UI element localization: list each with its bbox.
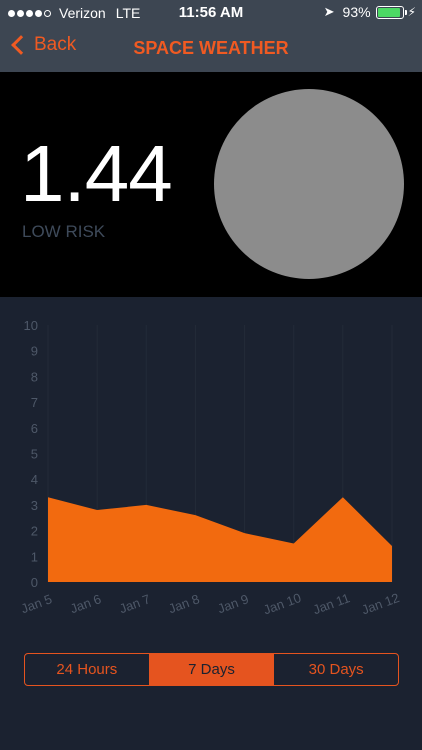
- current-index-value: 1.44: [20, 129, 173, 218]
- network-type: LTE: [115, 5, 141, 21]
- time-range-selector: 24 Hours 7 Days 30 Days: [24, 653, 399, 686]
- current-index-panel: 1.44 LOW RISK: [0, 72, 422, 297]
- chart-area-series: [48, 497, 392, 582]
- y-tick-label: 10: [24, 318, 38, 333]
- x-tick-label: Jan 5: [19, 591, 54, 616]
- battery-icon: [375, 5, 407, 19]
- y-tick-label: 8: [31, 369, 38, 384]
- y-tick-label: 6: [31, 421, 38, 436]
- x-tick-label: Jan 9: [216, 591, 251, 616]
- chevron-left-icon: [11, 35, 31, 55]
- signal-dot: [17, 9, 24, 17]
- y-tick-label: 0: [31, 575, 38, 590]
- status-left: Verizon LTE: [8, 5, 140, 21]
- y-tick-label: 1: [31, 549, 38, 564]
- y-tick-label: 7: [31, 395, 38, 410]
- range-option-24-hours[interactable]: 24 Hours: [25, 654, 149, 685]
- sun-disc-image: [214, 89, 404, 279]
- signal-dot: [26, 9, 33, 17]
- y-tick-label: 3: [31, 498, 38, 513]
- y-tick-label: 2: [31, 524, 38, 539]
- status-right: ➤ 93% ⚡: [324, 4, 416, 20]
- y-tick-label: 9: [31, 344, 38, 359]
- back-label: Back: [34, 34, 77, 55]
- range-option-7-days[interactable]: 7 Days: [148, 654, 274, 685]
- battery-percent: 93%: [342, 4, 371, 20]
- signal-dot: [44, 9, 51, 17]
- y-tick-label: 5: [31, 447, 38, 462]
- index-area-chart: 0 1 2 3 4 5 6 7 8 9 10 Jan 5 Jan 6 Jan 7 Jan 8 Jan 9 Ja…: [19, 318, 402, 617]
- signal-dot: [8, 9, 15, 17]
- status-bar: Verizon LTE 11:56 AM ➤ 93% ⚡: [0, 0, 422, 26]
- space-weather-screen: Verizon LTE 11:56 AM ➤ 93% ⚡ Back SPACE …: [0, 0, 422, 750]
- index-chart: 0 1 2 3 4 5 6 7 8 9 10 Jan 5 Jan 6 Jan 7 Jan 8 Jan 9 Ja…: [0, 310, 422, 620]
- x-tick-label: Jan 12: [360, 590, 402, 617]
- back-button[interactable]: Back: [10, 34, 76, 56]
- charging-bolt-icon: ⚡: [407, 5, 416, 19]
- risk-level-label: LOW RISK: [22, 222, 106, 241]
- signal-strength-icon: [8, 9, 53, 17]
- x-tick-label: Jan 8: [166, 591, 201, 616]
- y-tick-label: 4: [31, 472, 38, 487]
- x-tick-label: Jan 7: [117, 591, 152, 616]
- navigation-bar: Back SPACE WEATHER: [0, 26, 422, 72]
- x-tick-label: Jan 11: [311, 590, 352, 617]
- carrier-name: Verizon: [59, 5, 106, 21]
- x-tick-label: Jan 10: [261, 590, 303, 617]
- range-option-30-days[interactable]: 30 Days: [273, 654, 398, 685]
- x-tick-label: Jan 6: [68, 591, 103, 616]
- location-arrow-icon: ➤: [323, 4, 335, 19]
- signal-dot: [35, 9, 42, 17]
